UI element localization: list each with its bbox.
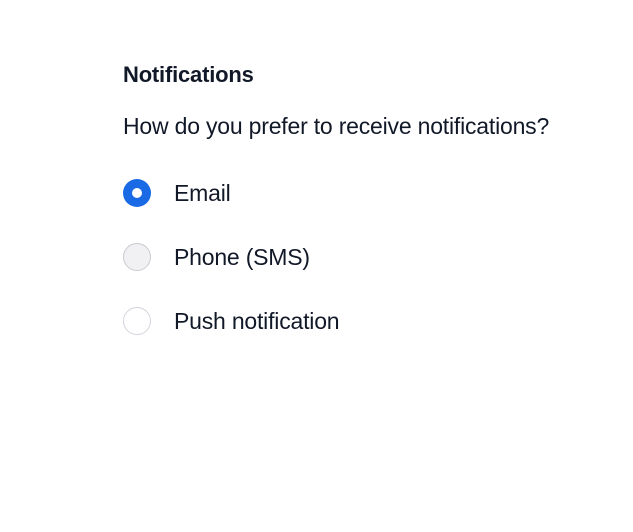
radio-label-push-notification[interactable]: Push notification <box>174 307 340 335</box>
radio-dot <box>132 188 142 198</box>
notification-preferences-fieldset: Notifications How do you prefer to recei… <box>123 62 613 336</box>
radio-option-push-notification[interactable]: Push notification <box>123 306 613 336</box>
radio-checked-icon[interactable] <box>123 179 151 207</box>
radio-unchecked-icon[interactable] <box>123 307 151 335</box>
radio-option-email[interactable]: Email <box>123 178 613 208</box>
radio-label-phone-sms[interactable]: Phone (SMS) <box>174 243 310 271</box>
section-title: Notifications <box>123 62 254 87</box>
section-description: How do you prefer to receive notificatio… <box>123 113 550 139</box>
radio-label-email[interactable]: Email <box>174 179 231 207</box>
radio-unchecked-icon[interactable] <box>123 243 151 271</box>
radio-option-phone-sms[interactable]: Phone (SMS) <box>123 242 613 272</box>
radio-group: Email Phone (SMS) Push notification <box>123 178 613 336</box>
